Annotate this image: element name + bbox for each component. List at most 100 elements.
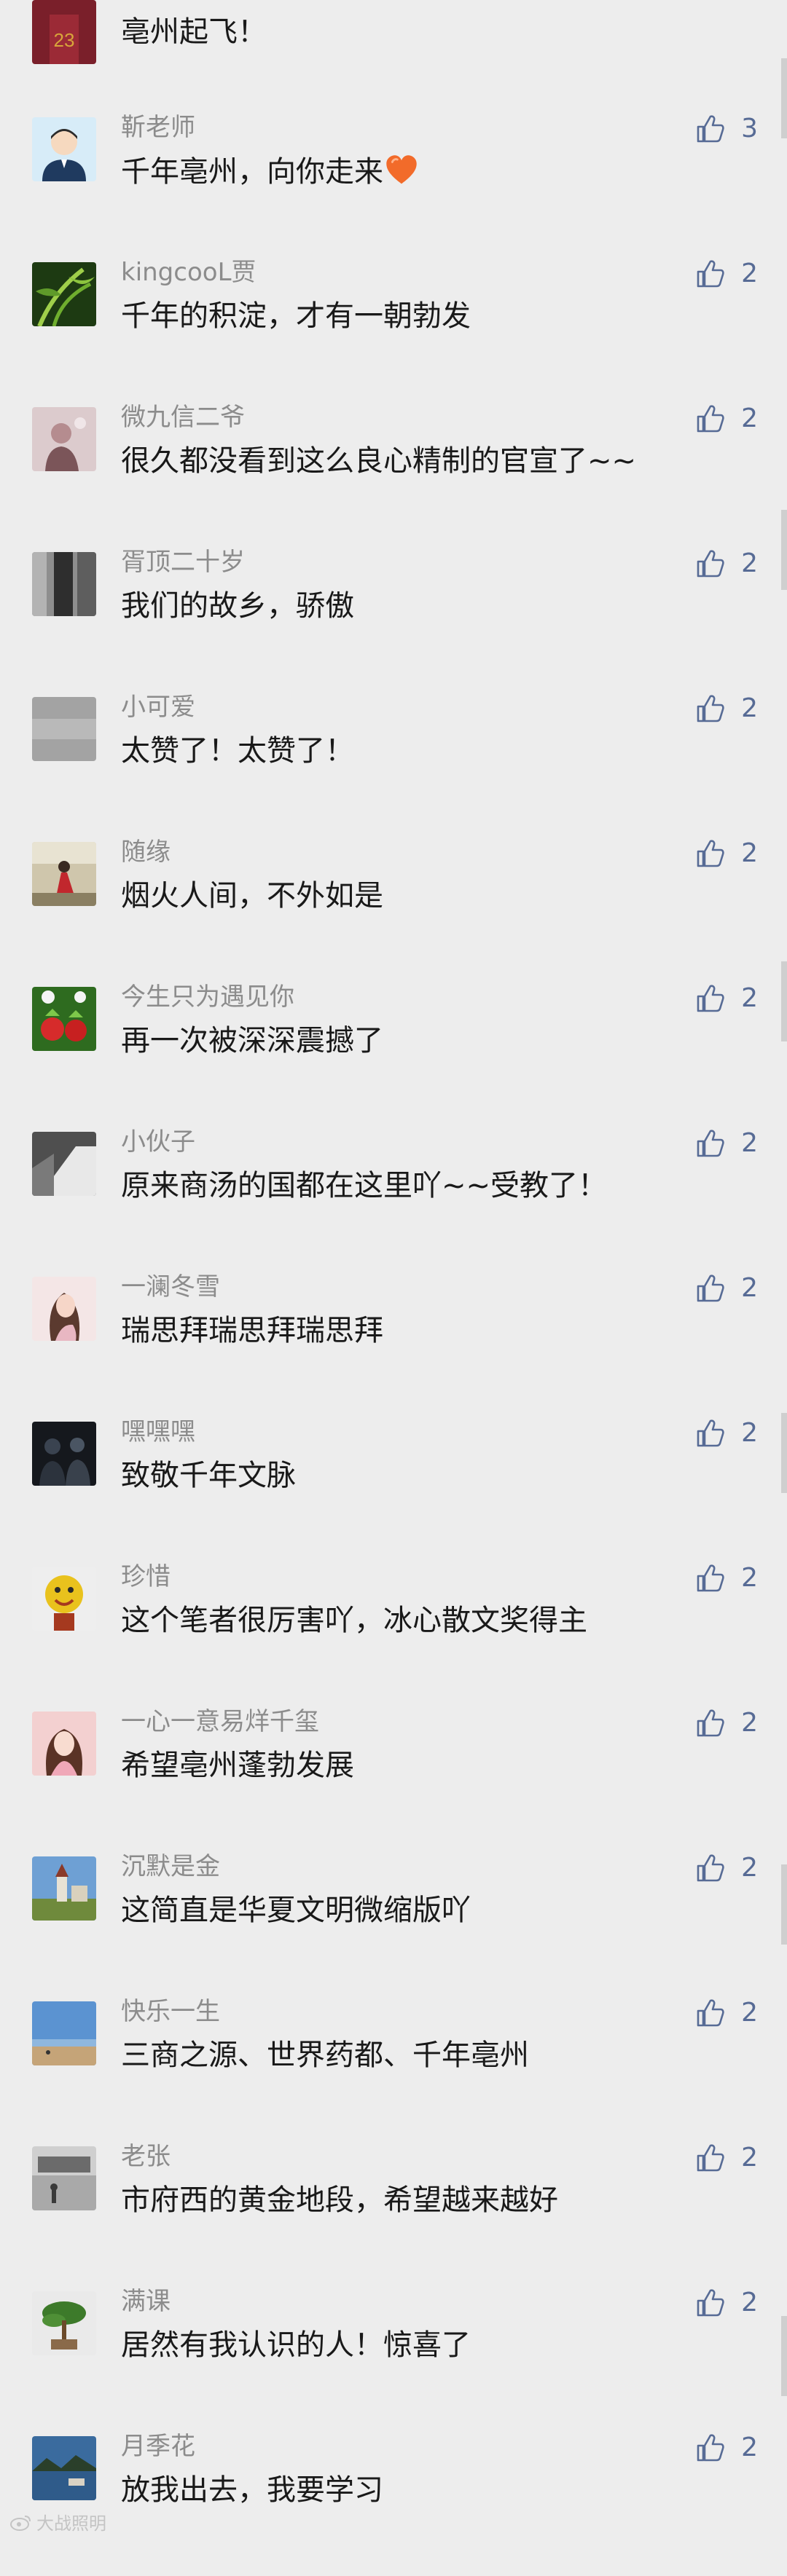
watermark-text: 大战照明 — [36, 2513, 106, 2534]
like-button[interactable]: 2 — [694, 2432, 758, 2464]
avatar-image — [32, 262, 96, 326]
like-button[interactable]: 3 — [694, 113, 758, 145]
like-count: 2 — [741, 1418, 758, 1448]
avatar-image — [32, 2146, 96, 2210]
like-button[interactable]: 2 — [694, 1417, 758, 1449]
avatar-image — [32, 552, 96, 616]
like-button[interactable]: 2 — [694, 1272, 758, 1304]
comment-text: 这个笔者很厉害吖，冰心散文奖得主 — [121, 1604, 587, 1637]
thumbs-up-icon — [697, 1130, 724, 1157]
commenter-name[interactable]: 小可爱 — [121, 693, 195, 722]
comment-text: 千年的积淀，才有一朝勃发 — [121, 299, 471, 333]
like-count: 2 — [741, 548, 758, 578]
avatar[interactable] — [32, 842, 96, 906]
scrollbar-segment — [781, 1413, 787, 1493]
avatar[interactable] — [32, 552, 96, 616]
commenter-name[interactable]: 胥顶二十岁 — [121, 548, 245, 577]
commenter-name[interactable]: 小伙子 — [121, 1127, 195, 1157]
avatar[interactable] — [32, 2291, 96, 2355]
like-button[interactable]: 2 — [694, 982, 758, 1015]
avatar-image — [32, 842, 96, 906]
like-button[interactable]: 2 — [694, 548, 758, 580]
like-button[interactable]: 2 — [694, 1997, 758, 2029]
svg-text:23: 23 — [54, 29, 75, 51]
commenter-name[interactable]: 月季花 — [121, 2432, 195, 2461]
comment-text: 再一次被深深震撼了 — [121, 1024, 383, 1057]
like-button[interactable]: 2 — [694, 838, 758, 870]
avatar-image — [32, 407, 96, 471]
commenter-name[interactable]: 今生只为遇见你 — [121, 982, 294, 1012]
commenter-name[interactable]: 沉默是金 — [121, 1852, 220, 1881]
like-count: 2 — [741, 1998, 758, 2028]
avatar-image — [32, 1132, 96, 1196]
scrollbar-segment — [781, 510, 787, 590]
heart-emoji-icon — [386, 155, 417, 184]
like-button[interactable]: 2 — [694, 1707, 758, 1739]
comment-item: 嘿嘿嘿 致敬千年文脉 2 — [0, 1417, 787, 1561]
thumbs-up-icon — [697, 2434, 724, 2462]
commenter-name[interactable]: kingcooL贾 — [121, 258, 257, 287]
comment-item: 小可爱 太赞了！太赞了！ 2 — [0, 693, 787, 837]
commenter-name[interactable]: 嘿嘿嘿 — [121, 1417, 195, 1446]
avatar[interactable] — [32, 407, 96, 471]
like-count: 2 — [741, 403, 758, 433]
avatar-image: 23 — [32, 0, 96, 64]
comment-item: 快乐一生 三商之源、世界药都、千年亳州 2 — [0, 1997, 787, 2141]
like-button[interactable]: 2 — [694, 2287, 758, 2319]
watermark: 大战照明 — [10, 2509, 106, 2534]
comment-text: 很久都没看到这么良心精制的官宣了~~ — [121, 444, 637, 478]
avatar[interactable] — [32, 262, 96, 326]
comment-text: 致敬千年文脉 — [121, 1459, 296, 1492]
avatar[interactable] — [32, 1712, 96, 1776]
comment-item: 23 亳州起飞！ — [0, 0, 787, 64]
comment-item: 一澜冬雪 瑞思拜瑞思拜瑞思拜 2 — [0, 1272, 787, 1417]
like-count: 2 — [741, 2288, 758, 2317]
comment-text-span: 千年亳州，向你走来 — [121, 155, 383, 189]
like-count: 2 — [741, 2143, 758, 2173]
commenter-name[interactable]: 随缘 — [121, 838, 171, 867]
thumbs-up-icon — [697, 260, 724, 288]
comment-text: 太赞了！太赞了！ — [121, 734, 354, 768]
avatar[interactable] — [32, 1422, 96, 1486]
commenter-name[interactable]: 靳老师 — [121, 113, 195, 142]
avatar[interactable] — [32, 2001, 96, 2065]
avatar[interactable] — [32, 987, 96, 1051]
comment-text: 瑞思拜瑞思拜瑞思拜 — [121, 1314, 383, 1347]
avatar[interactable] — [32, 117, 96, 181]
avatar-image — [32, 1277, 96, 1341]
avatar[interactable] — [32, 1856, 96, 1921]
like-button[interactable]: 2 — [694, 1852, 758, 1884]
comment-item: 珍惜 这个笔者很厉害吖，冰心散文奖得主 2 — [0, 1562, 787, 1706]
commenter-name[interactable]: 微九信二爷 — [121, 403, 245, 432]
commenter-name[interactable]: 快乐一生 — [121, 1997, 220, 2026]
avatar[interactable] — [32, 1277, 96, 1341]
commenter-name[interactable]: 满课 — [121, 2287, 171, 2316]
commenter-name[interactable]: 老张 — [121, 2142, 171, 2171]
scrollbar-segment — [781, 1864, 787, 1945]
like-button[interactable]: 2 — [694, 1127, 758, 1159]
commenter-name[interactable]: 珍惜 — [121, 1562, 171, 1591]
avatar[interactable]: 23 — [32, 0, 96, 64]
thumbs-up-icon — [697, 1564, 724, 1592]
thumbs-up-icon — [697, 1854, 724, 1882]
avatar[interactable] — [32, 1567, 96, 1631]
thumbs-up-icon — [697, 1275, 724, 1302]
avatar-image — [32, 1712, 96, 1776]
like-button[interactable]: 2 — [694, 693, 758, 725]
avatar[interactable] — [32, 697, 96, 761]
scrollbar-segment — [781, 961, 787, 1041]
comment-item: 满课 居然有我认识的人！惊喜了 2 — [0, 2287, 787, 2431]
like-button[interactable]: 2 — [694, 258, 758, 290]
avatar[interactable] — [32, 2146, 96, 2210]
like-button[interactable]: 2 — [694, 2142, 758, 2174]
comment-item: kingcooL贾 千年的积淀，才有一朝勃发 2 — [0, 258, 787, 402]
comment-item: 月季花 放我出去，我要学习 2 — [0, 2432, 787, 2576]
comment-text: 居然有我认识的人！惊喜了 — [121, 2328, 471, 2362]
like-button[interactable]: 2 — [694, 403, 758, 435]
avatar[interactable] — [32, 1132, 96, 1196]
commenter-name[interactable]: 一心一意易烊千玺 — [121, 1707, 319, 1736]
avatar[interactable] — [32, 2436, 96, 2500]
avatar-image — [32, 1856, 96, 1921]
commenter-name[interactable]: 一澜冬雪 — [121, 1272, 220, 1301]
like-button[interactable]: 2 — [694, 1562, 758, 1594]
